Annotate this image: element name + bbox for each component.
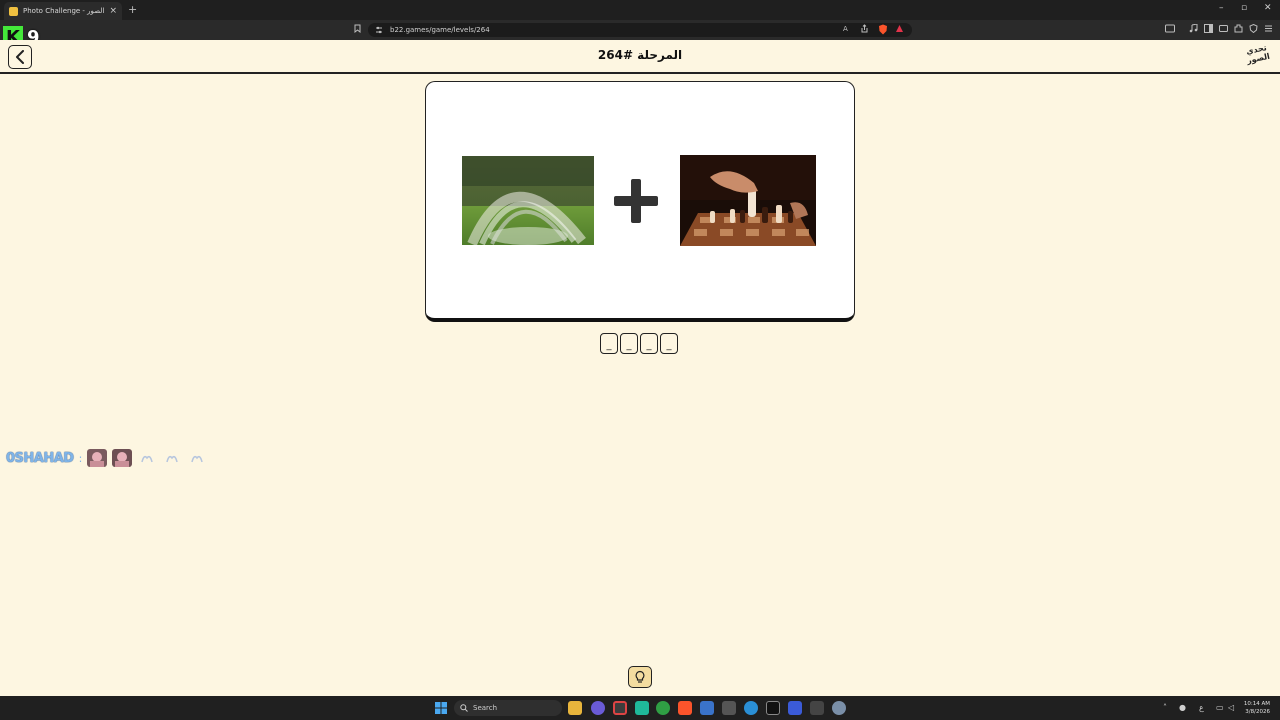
clue-image-chess	[680, 155, 816, 246]
app-icon[interactable]	[810, 701, 824, 715]
answer-slots: _ _ _ _	[600, 333, 680, 355]
app-icon[interactable]	[722, 701, 736, 715]
settings-icon[interactable]	[832, 701, 846, 715]
chevron-up-icon[interactable]: ˄	[1163, 703, 1167, 712]
network-icon[interactable]: ▭	[1216, 703, 1224, 712]
media-icon[interactable]	[1189, 23, 1198, 37]
plus-icon	[614, 179, 658, 223]
answer-slot[interactable]: _	[660, 333, 678, 354]
browser-tab-bar: Photo Challenge - تحدي الصور × + – ▫ ✕	[0, 0, 1280, 20]
sidebar-icon[interactable]	[1204, 24, 1213, 37]
lightbulb-icon	[635, 670, 645, 683]
answer-slot[interactable]: _	[600, 333, 618, 354]
browser-address-bar: b22.games/game/levels/264 A	[0, 20, 1280, 40]
wallet-icon[interactable]	[1219, 24, 1228, 37]
file-explorer-icon[interactable]	[568, 701, 582, 715]
chat-emote	[137, 449, 157, 467]
chat-emote	[162, 449, 182, 467]
url-text: b22.games/game/levels/264	[390, 26, 490, 34]
chevron-left-icon	[16, 50, 24, 64]
chat-username: 0SHAHAD	[6, 450, 74, 466]
chat-message: 0SHAHAD :	[6, 447, 207, 469]
brave-rewards-icon[interactable]	[895, 24, 904, 37]
chat-emote	[187, 449, 207, 467]
xbox-icon[interactable]	[656, 701, 670, 715]
chat-separator: :	[78, 451, 83, 465]
browser-tab[interactable]: Photo Challenge - تحدي الصور ×	[4, 2, 122, 20]
vpn-app-icon[interactable]	[700, 701, 714, 715]
microphone-icon[interactable]: ●	[1179, 703, 1186, 712]
brave-shields-icon[interactable]	[878, 24, 888, 39]
extensions-icon[interactable]	[1234, 24, 1243, 37]
new-tab-button[interactable]: +	[128, 3, 137, 16]
search-label: Search	[473, 704, 498, 712]
translate-icon[interactable]: A	[843, 24, 852, 37]
copilot-icon[interactable]	[591, 701, 605, 715]
maximize-icon[interactable]: ▫	[1241, 3, 1247, 13]
volume-icon[interactable]: ◁	[1228, 703, 1234, 712]
window-close-icon[interactable]: ✕	[1264, 3, 1272, 13]
menu-icon[interactable]	[1264, 24, 1273, 37]
tab-title: Photo Challenge - تحدي الصور	[23, 7, 105, 15]
epic-games-icon[interactable]	[766, 701, 780, 715]
answer-slot[interactable]: _	[640, 333, 658, 354]
clock-time[interactable]: 10:14 AM	[1240, 701, 1270, 707]
url-field[interactable]: b22.games/game/levels/264	[368, 23, 912, 37]
game-header: المرحلة #264 تحدي الصور	[0, 40, 1280, 74]
puzzle-card	[425, 81, 855, 322]
input-language[interactable]: ع	[1199, 703, 1204, 712]
site-settings-icon[interactable]	[375, 26, 383, 34]
reader-mode-icon[interactable]	[1165, 24, 1175, 37]
hint-button[interactable]	[628, 666, 652, 688]
vpn-icon[interactable]	[1249, 23, 1258, 37]
tab-close-icon[interactable]: ×	[109, 6, 117, 16]
windows-start-icon[interactable]	[435, 702, 447, 714]
clue-image-sprinkler	[462, 156, 594, 245]
back-button[interactable]	[8, 45, 32, 69]
site-favicon-icon	[9, 6, 18, 16]
search-icon	[460, 704, 468, 712]
brave-browser-icon[interactable]	[678, 701, 692, 715]
app-icon[interactable]	[613, 701, 627, 715]
app-icon[interactable]	[788, 701, 802, 715]
taskbar-search[interactable]: Search	[454, 700, 562, 716]
bookmark-icon[interactable]	[354, 24, 361, 37]
chat-emote	[87, 449, 108, 467]
clock-date[interactable]: 3/8/2026	[1240, 709, 1270, 715]
share-icon[interactable]	[860, 24, 869, 37]
answer-slot[interactable]: _	[620, 333, 638, 354]
page-title: المرحلة #264	[597, 48, 683, 62]
minimize-icon[interactable]: –	[1219, 3, 1224, 13]
game-logo: تحدي الصور	[1245, 43, 1271, 66]
svg-text:A: A	[843, 25, 848, 33]
app-icon[interactable]	[635, 701, 649, 715]
chat-emote	[112, 449, 133, 467]
edge-icon[interactable]	[744, 701, 758, 715]
windows-taskbar: Search ˄ ● ع ▭ ◁ 10:14 AM 3/8/2026	[0, 696, 1280, 720]
